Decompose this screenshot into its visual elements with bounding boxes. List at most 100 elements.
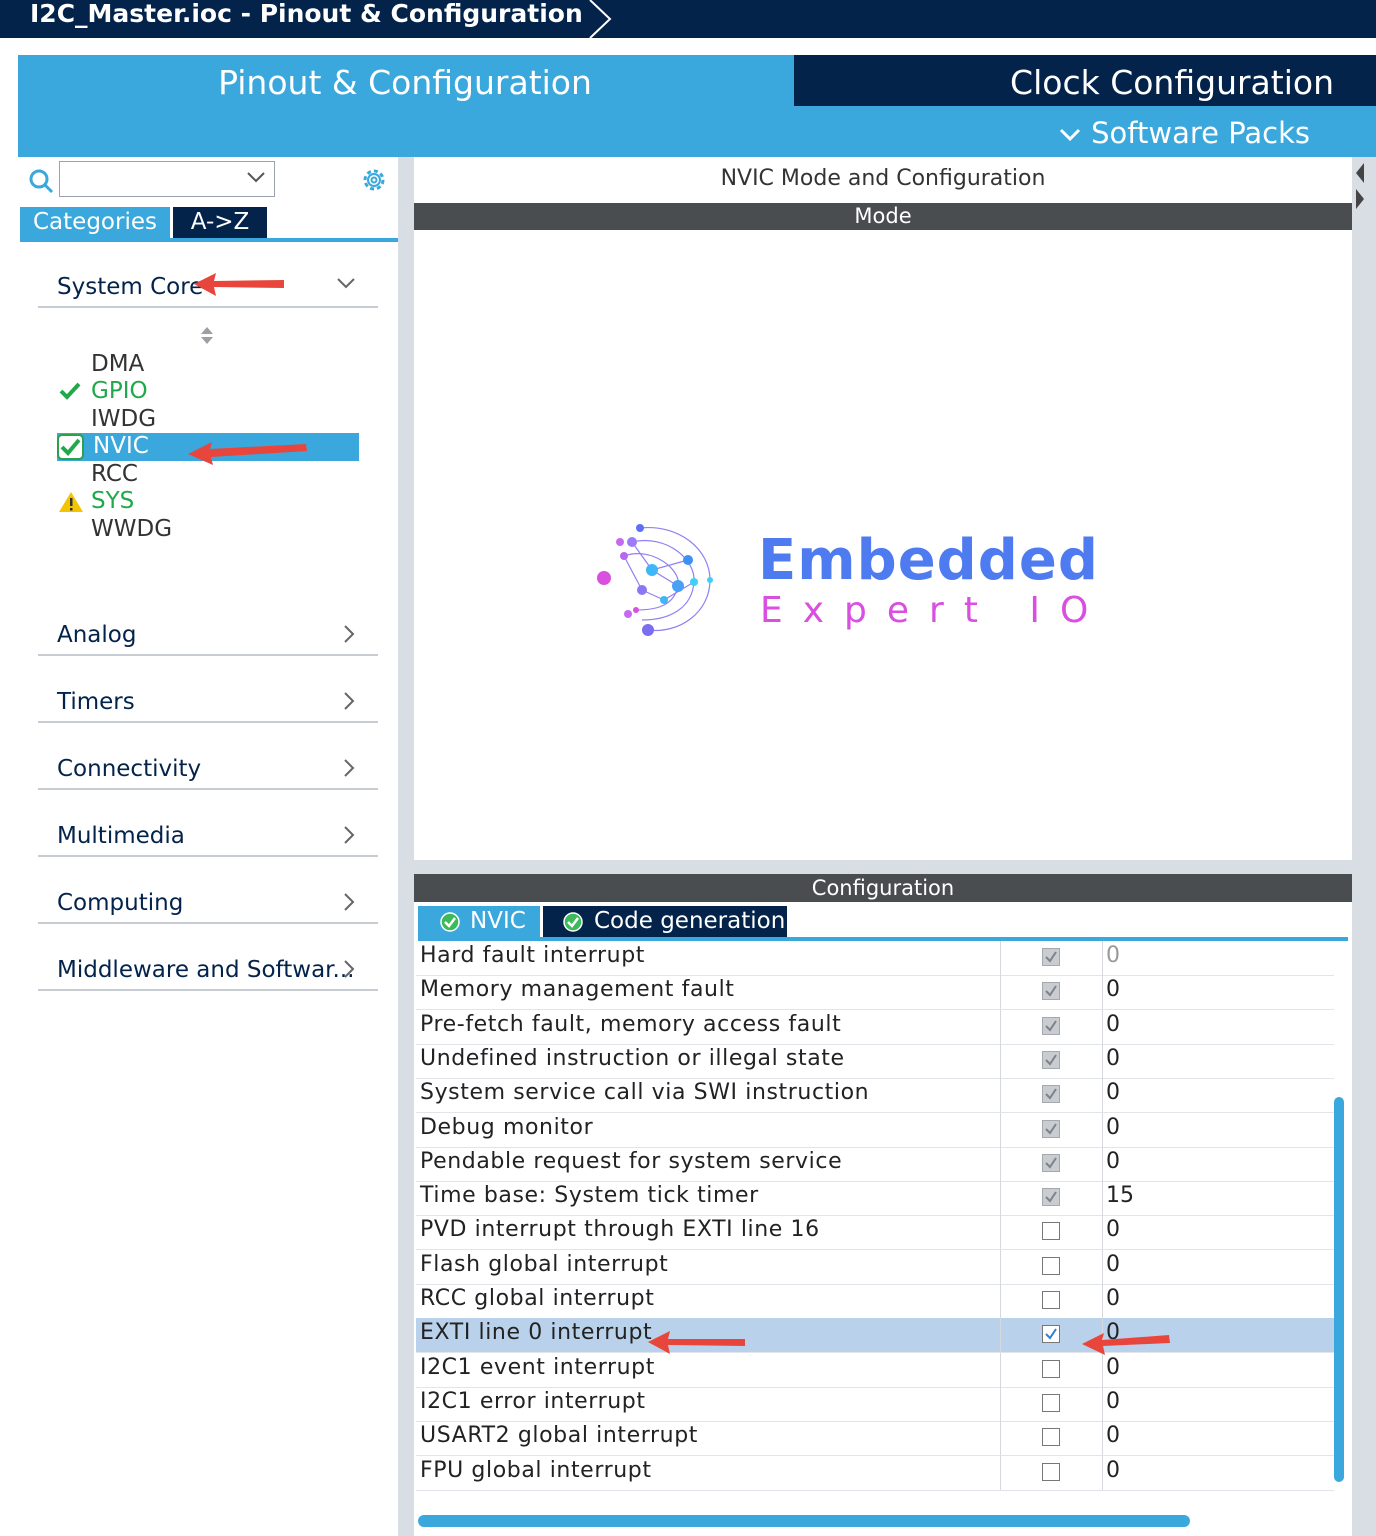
chevron-right-icon[interactable] xyxy=(342,758,356,778)
column-divider xyxy=(1102,1146,1103,1181)
vertical-scrollbar[interactable] xyxy=(1334,1097,1344,1482)
chevron-down-icon[interactable] xyxy=(336,276,356,290)
interrupt-name: Debug monitor xyxy=(420,1114,594,1140)
chevron-right-icon[interactable] xyxy=(342,959,356,979)
checkmark-icon xyxy=(1045,985,1057,997)
list-item-gpio[interactable]: GPIO xyxy=(91,378,148,405)
logo-text-embedded: Embedded xyxy=(758,528,1099,593)
mode-config-splitter[interactable] xyxy=(414,860,1352,874)
priority-value[interactable]: 0 xyxy=(1106,1389,1120,1414)
category-timers[interactable]: Timers xyxy=(38,677,378,723)
enabled-checkbox xyxy=(1042,982,1060,1001)
table-row[interactable]: RCC global interrupt 0 xyxy=(416,1284,1334,1319)
table-row[interactable]: Memory management fault 0 xyxy=(416,975,1334,1011)
tab-a-z[interactable]: A->Z xyxy=(173,207,267,238)
column-divider xyxy=(1102,1249,1103,1284)
enabled-checkbox[interactable] xyxy=(1042,1462,1060,1481)
breadcrumb[interactable]: I2C_Master.ioc - Pinout & Configuration xyxy=(0,0,612,38)
table-row[interactable]: Pre-fetch fault, memory access fault 0 xyxy=(416,1009,1334,1045)
tab-categories[interactable]: Categories xyxy=(20,207,170,238)
tab-clock-configuration[interactable]: Clock Configuration xyxy=(794,55,1376,106)
search-icon[interactable] xyxy=(28,168,54,194)
software-packs-menu[interactable]: Software Packs xyxy=(1059,113,1310,153)
gear-icon[interactable] xyxy=(360,166,388,194)
enabled-checkbox[interactable] xyxy=(1042,1256,1060,1275)
table-row[interactable]: I2C1 event interrupt 0 xyxy=(416,1352,1334,1388)
chevron-right-icon[interactable] xyxy=(342,691,356,711)
table-row[interactable]: PVD interrupt through EXTI line 16 0 xyxy=(416,1215,1334,1251)
list-item-nvic[interactable]: NVIC xyxy=(93,433,149,460)
priority-value[interactable]: 0 xyxy=(1106,943,1120,968)
checkmark-icon xyxy=(1045,1020,1057,1032)
priority-value[interactable]: 0 xyxy=(1106,1149,1120,1174)
list-item-iwdg[interactable]: IWDG xyxy=(91,406,156,433)
table-row[interactable]: Hard fault interrupt 0 xyxy=(416,941,1334,976)
priority-value[interactable]: 15 xyxy=(1106,1183,1134,1208)
priority-value[interactable]: 0 xyxy=(1106,1012,1120,1037)
table-row[interactable]: I2C1 error interrupt 0 xyxy=(416,1386,1334,1422)
chevron-right-icon[interactable] xyxy=(342,624,356,644)
chevron-right-icon[interactable] xyxy=(342,825,356,845)
list-item-dma[interactable]: DMA xyxy=(91,351,144,378)
chevron-right-icon[interactable] xyxy=(342,892,356,912)
table-row[interactable]: System service call via SWI instruction 0 xyxy=(416,1078,1334,1114)
search-input[interactable] xyxy=(59,161,275,197)
priority-value[interactable]: 0 xyxy=(1106,1046,1120,1071)
column-divider xyxy=(1102,1043,1103,1078)
priority-value[interactable]: 0 xyxy=(1106,1423,1120,1448)
enabled-checkbox[interactable] xyxy=(1042,1359,1060,1378)
priority-value[interactable]: 0 xyxy=(1106,1115,1120,1140)
category-middleware[interactable]: Middleware and Softwar... xyxy=(38,945,378,991)
list-item-sys[interactable]: SYS xyxy=(91,488,134,515)
enabled-checkbox xyxy=(1042,1016,1060,1035)
table-row[interactable]: Debug monitor 0 xyxy=(416,1112,1334,1148)
category-analog[interactable]: Analog xyxy=(38,610,378,656)
category-label: Timers xyxy=(57,689,135,715)
right-edge-scrollbar[interactable] xyxy=(1352,157,1376,1536)
enabled-checkbox[interactable] xyxy=(1042,1222,1060,1241)
column-divider xyxy=(1000,1146,1001,1181)
table-row[interactable]: Flash global interrupt 0 xyxy=(416,1249,1334,1285)
checkbox-check-icon xyxy=(57,434,84,460)
tab-pinout-configuration[interactable]: Pinout & Configuration xyxy=(18,55,792,107)
tab-nvic[interactable]: NVIC xyxy=(418,906,540,937)
enabled-checkbox[interactable] xyxy=(1042,1393,1060,1412)
priority-value[interactable]: 0 xyxy=(1106,1286,1120,1311)
priority-value[interactable]: 0 xyxy=(1106,1217,1120,1242)
checkmark-icon xyxy=(1045,951,1057,963)
table-row[interactable]: EXTI line 0 interrupt 0 xyxy=(416,1318,1334,1354)
tab-code-generation[interactable]: Code generation xyxy=(543,906,787,937)
table-row[interactable]: Time base: System tick timer 15 xyxy=(416,1181,1334,1217)
priority-value[interactable]: 0 xyxy=(1106,1355,1120,1380)
check-circle-icon xyxy=(440,912,460,932)
priority-value[interactable]: 0 xyxy=(1106,1080,1120,1105)
table-row[interactable]: USART2 global interrupt 0 xyxy=(416,1421,1334,1457)
enabled-checkbox[interactable] xyxy=(1042,1325,1060,1344)
tab-clock-label: Clock Configuration xyxy=(1010,63,1334,102)
column-divider xyxy=(1000,1386,1001,1421)
collapse-arrows-icon[interactable] xyxy=(1354,161,1364,211)
category-multimedia[interactable]: Multimedia xyxy=(38,811,378,857)
priority-value[interactable]: 0 xyxy=(1106,1252,1120,1277)
interrupt-name: Time base: System tick timer xyxy=(420,1183,759,1209)
category-label: System Core xyxy=(57,274,204,300)
checkmark-icon xyxy=(1045,1191,1057,1203)
breadcrumb-chevron-icon xyxy=(589,0,612,38)
sort-icon[interactable] xyxy=(199,325,215,347)
table-row[interactable]: Pendable request for system service 0 xyxy=(416,1146,1334,1182)
horizontal-scrollbar[interactable] xyxy=(418,1515,1190,1527)
priority-value[interactable]: 0 xyxy=(1106,977,1120,1002)
enabled-checkbox[interactable] xyxy=(1042,1291,1060,1309)
list-item-wwdg[interactable]: WWDG xyxy=(91,516,172,543)
chevron-down-icon[interactable] xyxy=(246,170,266,184)
priority-value[interactable]: 0 xyxy=(1106,1458,1120,1483)
category-label: Multimedia xyxy=(57,823,185,849)
enabled-checkbox[interactable] xyxy=(1042,1428,1060,1447)
list-item-rcc[interactable]: RCC xyxy=(91,461,138,488)
category-computing[interactable]: Computing xyxy=(38,878,378,924)
panel-splitter[interactable] xyxy=(398,157,414,1536)
category-connectivity[interactable]: Connectivity xyxy=(38,744,378,790)
category-label: Computing xyxy=(57,890,184,916)
table-row[interactable]: Undefined instruction or illegal state 0 xyxy=(416,1043,1334,1079)
table-row[interactable]: FPU global interrupt 0 xyxy=(416,1455,1334,1491)
